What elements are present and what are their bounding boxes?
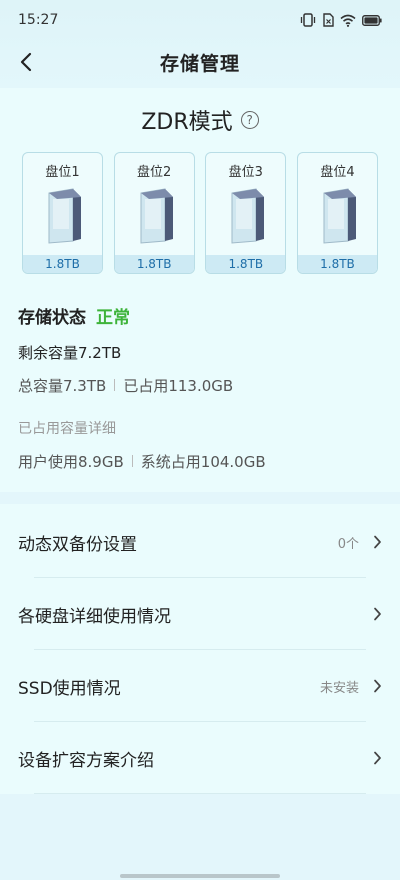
wifi-icon bbox=[340, 14, 356, 27]
divider bbox=[34, 793, 366, 794]
used-detail-title: 已占用容量详细 bbox=[18, 421, 116, 437]
usage-breakdown: 用户使用8.9GB 系统占用104.0GB bbox=[18, 450, 382, 472]
storage-status-row: 存储状态 正常 bbox=[18, 302, 382, 328]
disk-label: 盘位4 bbox=[320, 165, 355, 180]
disk-size: 1.8TB bbox=[297, 255, 377, 273]
user-usage: 用户使用8.9GB bbox=[18, 452, 124, 471]
hard-drive-icon bbox=[48, 188, 81, 244]
menu-value: 0个 bbox=[337, 536, 359, 552]
home-indicator[interactable] bbox=[120, 874, 280, 878]
disk-bay[interactable]: 盘位4 1.8TB bbox=[296, 152, 378, 274]
chevron-left-icon bbox=[20, 52, 32, 72]
mode-row: ZDR模式 ? bbox=[0, 104, 400, 136]
vibrate-icon bbox=[300, 13, 316, 27]
header-area: 15:27 存储管理 bbox=[0, 0, 400, 88]
battery-icon bbox=[362, 14, 382, 26]
chevron-right-icon bbox=[374, 679, 381, 693]
settings-menu: 动态双备份设置 0个 各硬盘详细使用情况 SSD使用情况 未安装 设备扩容方案介… bbox=[0, 504, 400, 794]
hard-drive-icon bbox=[231, 188, 265, 244]
disk-size: 1.8TB bbox=[206, 255, 286, 273]
storage-info: 存储状态 正常 剩余容量7.2TB 总容量7.3TB 已占用113.0GB 已占… bbox=[18, 302, 382, 472]
storage-status-label: 存储状态 bbox=[18, 307, 86, 328]
chevron-right-icon bbox=[374, 607, 381, 621]
menu-label: 各硬盘详细使用情况 bbox=[18, 606, 171, 627]
menu-item-expansion-plan[interactable]: 设备扩容方案介绍 bbox=[0, 722, 400, 794]
remaining-capacity: 剩余容量7.2TB bbox=[18, 344, 122, 362]
menu-label: 设备扩容方案介绍 bbox=[18, 750, 154, 771]
storage-overview-card: ZDR模式 ? 盘位1 1.8TB 盘位2 1.8TB 盘位3 1.8TB 盘位… bbox=[0, 88, 400, 492]
disk-label: 盘位3 bbox=[228, 165, 263, 180]
chevron-right-icon bbox=[374, 751, 381, 765]
storage-status-value: 正常 bbox=[96, 307, 130, 328]
page-title: 存储管理 bbox=[159, 52, 240, 75]
divider bbox=[114, 379, 116, 391]
chevron-right-icon bbox=[374, 535, 381, 549]
system-usage: 系统占用104.0GB bbox=[140, 452, 266, 471]
hard-drive-icon bbox=[140, 188, 173, 244]
used-capacity: 已占用113.0GB bbox=[123, 376, 234, 395]
disk-bay[interactable]: 盘位2 1.8TB bbox=[113, 152, 195, 274]
menu-item-dual-backup[interactable]: 动态双备份设置 0个 bbox=[0, 506, 400, 578]
menu-label: SSD使用情况 bbox=[18, 678, 121, 699]
disk-label: 盘位1 bbox=[45, 165, 80, 180]
mode-title: ZDR模式 bbox=[141, 110, 233, 135]
question-mark-icon[interactable]: ? bbox=[240, 111, 259, 129]
disk-label: 盘位2 bbox=[137, 165, 172, 180]
disk-bay[interactable]: 盘位1 1.8TB bbox=[22, 152, 103, 274]
hard-drive-icon bbox=[323, 188, 356, 244]
navigation-bar: 存储管理 bbox=[0, 40, 400, 84]
disk-bay[interactable]: 盘位3 1.8TB bbox=[205, 152, 287, 274]
disk-size: 1.8TB bbox=[23, 255, 102, 273]
status-time: 15:27 bbox=[18, 12, 59, 28]
menu-item-disk-usage[interactable]: 各硬盘详细使用情况 bbox=[0, 578, 400, 650]
capacity-totals: 总容量7.3TB 已占用113.0GB bbox=[18, 374, 382, 396]
menu-value: 未安装 bbox=[319, 680, 359, 696]
disk-bays: 盘位1 1.8TB 盘位2 1.8TB 盘位3 1.8TB 盘位4 1.8TB bbox=[22, 152, 378, 276]
total-capacity: 总容量7.3TB bbox=[18, 376, 107, 395]
status-icons bbox=[300, 13, 382, 27]
menu-label: 动态双备份设置 bbox=[18, 534, 137, 555]
status-bar: 15:27 bbox=[0, 0, 400, 40]
back-button[interactable] bbox=[10, 46, 42, 78]
sim-icon bbox=[322, 13, 334, 27]
divider bbox=[131, 455, 133, 467]
disk-size: 1.8TB bbox=[114, 255, 194, 273]
menu-item-ssd-usage[interactable]: SSD使用情况 未安装 bbox=[0, 650, 400, 722]
